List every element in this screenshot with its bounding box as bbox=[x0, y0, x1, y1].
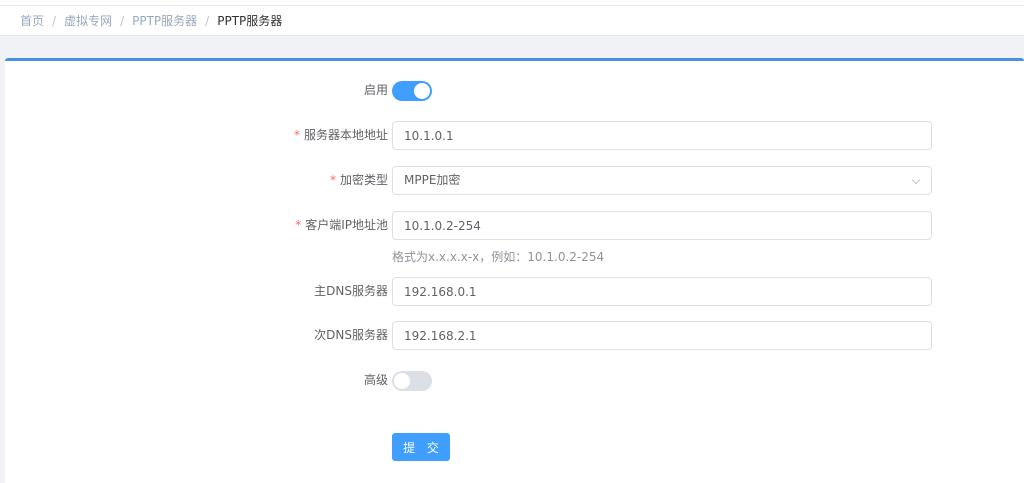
secondary-dns-input[interactable] bbox=[392, 321, 932, 350]
pptp-form-card: 启用 *服务器本地地址 *加密类型 MPPE加密 *客户端IP地址池 格式为x.… bbox=[5, 58, 1024, 483]
server-address-row: * 服务器本地地址 bbox=[5, 121, 1024, 150]
chevron-down-icon bbox=[911, 175, 921, 185]
required-mark: * bbox=[293, 128, 300, 142]
server-address-input[interactable] bbox=[392, 121, 932, 150]
breadcrumb-separator: / bbox=[205, 13, 210, 28]
client-pool-row: * 客户端IP地址池 bbox=[5, 211, 1024, 240]
breadcrumb-home[interactable]: 首页 bbox=[20, 12, 44, 29]
advanced-row: 高级 bbox=[5, 366, 1024, 395]
encryption-row: * 加密类型 MPPE加密 bbox=[5, 166, 1024, 195]
advanced-label: 高级 bbox=[363, 373, 388, 387]
secondary-dns-row: 次DNS服务器 bbox=[5, 321, 1024, 350]
breadcrumb-separator: / bbox=[120, 13, 125, 28]
primary-dns-label: 主DNS服务器 bbox=[314, 284, 388, 298]
breadcrumb-pptp[interactable]: PPTP服务器 bbox=[132, 12, 197, 29]
switch-knob bbox=[394, 373, 410, 389]
required-mark: * bbox=[295, 218, 302, 232]
submit-button[interactable]: 提 交 bbox=[392, 433, 450, 461]
breadcrumb-separator: / bbox=[52, 13, 57, 28]
enable-label: 启用 bbox=[363, 83, 388, 97]
primary-dns-row: 主DNS服务器 bbox=[5, 277, 1024, 306]
client-pool-hint: 格式为x.x.x.x-x，例如：10.1.0.2-254 bbox=[392, 250, 605, 264]
encryption-select-value: MPPE加密 bbox=[404, 173, 461, 187]
enable-row: 启用 bbox=[5, 76, 1024, 105]
breadcrumb: 首页 / 虚拟专网 / PPTP服务器 / PPTP服务器 bbox=[0, 6, 1024, 36]
client-pool-label: * 客户端IP地址池 bbox=[295, 218, 388, 232]
primary-dns-input[interactable] bbox=[392, 277, 932, 306]
server-address-label: * 服务器本地地址 bbox=[293, 128, 388, 142]
breadcrumb-current: PPTP服务器 bbox=[217, 14, 283, 28]
breadcrumb-vpn[interactable]: 虚拟专网 bbox=[64, 12, 112, 29]
encryption-select[interactable]: MPPE加密 bbox=[392, 166, 932, 195]
secondary-dns-label: 次DNS服务器 bbox=[314, 328, 388, 342]
advanced-switch[interactable] bbox=[392, 371, 432, 391]
client-pool-hint-row: 格式为x.x.x.x-x，例如：10.1.0.2-254 bbox=[5, 248, 1024, 264]
client-pool-input[interactable] bbox=[392, 211, 932, 240]
encryption-label: * 加密类型 bbox=[329, 173, 388, 187]
required-mark: * bbox=[329, 173, 336, 187]
enable-switch[interactable] bbox=[392, 81, 432, 101]
switch-knob bbox=[414, 83, 430, 99]
